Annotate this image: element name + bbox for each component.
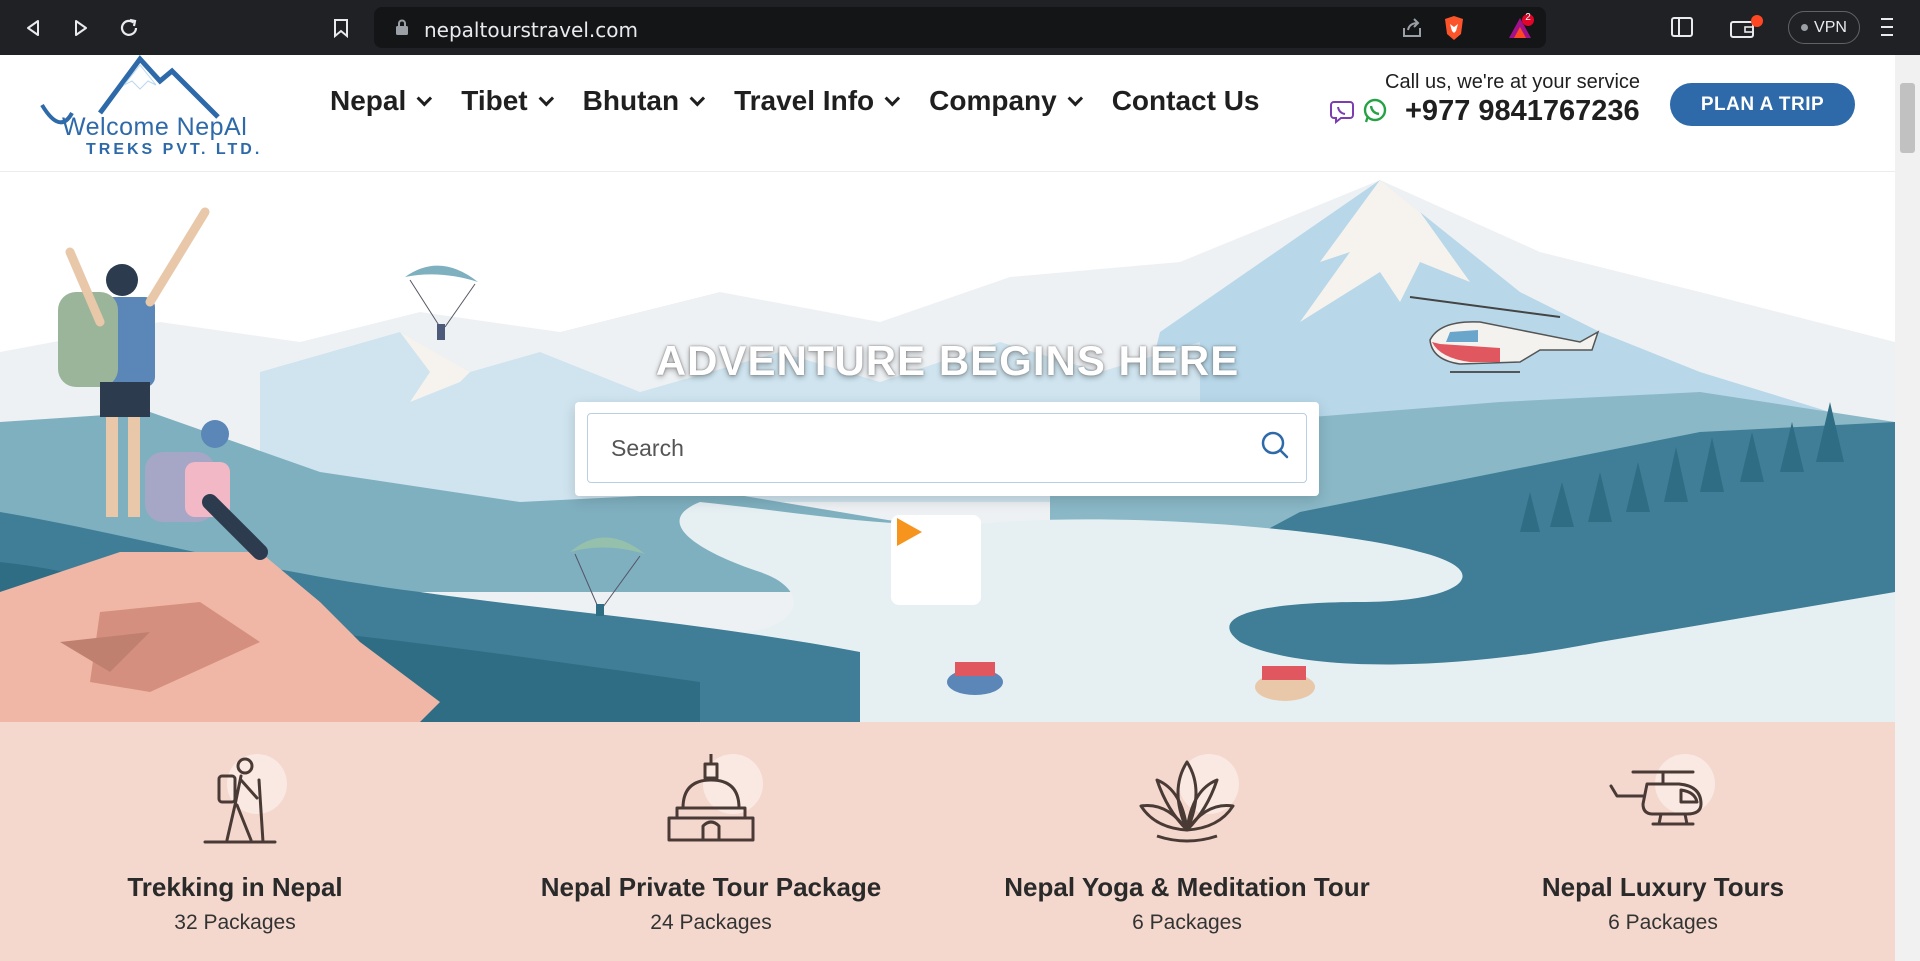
site-header: Welcome NepAl TREKS PVT. LTD. Nepal Tibe… [0, 55, 1895, 172]
brave-rewards-icon[interactable]: 2 [1506, 12, 1536, 47]
category-card-luxury-tours[interactable]: Nepal Luxury Tours 6 Packages [1453, 750, 1873, 935]
nav-label: Nepal [330, 85, 407, 116]
lotus-icon [1139, 760, 1235, 843]
chevron-down-icon [884, 90, 901, 106]
scrollbar-thumb[interactable] [1900, 83, 1915, 153]
search-card [575, 402, 1319, 496]
chevron-down-icon [538, 90, 554, 106]
category-count: 24 Packages [650, 911, 772, 934]
nav-item-travel-info[interactable]: Travel Info [734, 85, 901, 117]
nav-item-nepal[interactable]: Nepal [330, 85, 433, 117]
nav-item-bhutan[interactable]: Bhutan [582, 85, 706, 117]
category-count: 6 Packages [1608, 911, 1718, 934]
bookmark-icon[interactable] [326, 13, 356, 43]
category-card-trekking[interactable]: Trekking in Nepal 32 Packages [25, 750, 445, 935]
category-count: 6 Packages [1132, 911, 1242, 934]
category-title: Nepal Luxury Tours [1541, 872, 1785, 902]
whatsapp-icon[interactable] [1362, 98, 1388, 124]
hiker-icon [203, 757, 277, 844]
nav-item-tibet[interactable]: Tibet [461, 85, 554, 117]
vpn-label: VPN [1814, 18, 1847, 36]
category-title: Nepal Yoga & Meditation Tour [1004, 872, 1370, 902]
address-bar[interactable]: nepaltourstravel.com 2 [374, 7, 1546, 48]
browser-toolbar: nepaltourstravel.com 2 VPN [0, 0, 1920, 55]
page-scrollbar[interactable] [1895, 55, 1920, 961]
category-card-private-tour[interactable]: Nepal Private Tour Package 24 Packages [501, 750, 921, 935]
call-label: Call us, we're at your service [1385, 71, 1641, 93]
viber-icon[interactable] [1329, 98, 1355, 125]
reload-icon[interactable] [114, 13, 144, 43]
category-title: Trekking in Nepal [127, 872, 343, 902]
vpn-button[interactable]: VPN [1788, 11, 1860, 44]
play-icon [897, 518, 922, 546]
helicopter-icon [1609, 770, 1703, 826]
logo-subtitle: TREKS PVT. LTD. [86, 141, 263, 158]
main-nav: Nepal Tibet Bhutan Travel Info Company C… [330, 85, 1294, 117]
sidebar-icon[interactable] [1671, 17, 1693, 42]
hero-title: ADVENTURE BEGINS HERE [655, 337, 1240, 384]
nav-label: Bhutan [582, 85, 680, 116]
back-icon[interactable] [18, 13, 48, 43]
rewards-badge: 2 [1525, 12, 1531, 23]
logo-name: Welcome NepAl [62, 113, 248, 141]
share-icon[interactable] [1400, 16, 1424, 45]
plan-trip-button[interactable]: PLAN A TRIP [1670, 83, 1855, 126]
wallet-icon[interactable] [1730, 15, 1764, 44]
category-title: Nepal Private Tour Package [540, 872, 882, 902]
site-logo[interactable]: Welcome NepAl TREKS PVT. LTD. [40, 55, 270, 165]
nav-item-company[interactable]: Company [929, 85, 1083, 117]
stupa-icon [667, 754, 755, 842]
category-section: Trekking in Nepal 32 Packages Nepal Priv… [0, 722, 1895, 961]
nav-label: Tibet [461, 85, 528, 116]
url-text: nepaltourstravel.com [424, 18, 638, 42]
phone-number[interactable]: +977 9841767236 [1405, 95, 1640, 128]
chevron-down-icon [416, 90, 433, 106]
search-input[interactable] [587, 413, 1307, 483]
chevron-down-icon [689, 90, 706, 106]
nav-label: Company [929, 85, 1057, 116]
nav-label: Travel Info [734, 85, 875, 116]
vpn-status-dot [1801, 24, 1809, 31]
menu-icon[interactable] [1880, 16, 1894, 43]
search-icon[interactable] [1260, 430, 1290, 460]
category-count: 32 Packages [174, 911, 296, 934]
video-play-button[interactable] [891, 515, 981, 605]
category-card-yoga-meditation[interactable]: Nepal Yoga & Meditation Tour 6 Packages [977, 750, 1397, 935]
lock-icon [395, 19, 409, 41]
nav-item-contact-us[interactable]: Contact Us [1112, 85, 1260, 117]
hero-section: ADVENTURE BEGINS HERE [0, 172, 1895, 722]
forward-icon[interactable] [66, 13, 96, 43]
brave-shield-icon[interactable] [1442, 14, 1466, 47]
chevron-down-icon [1067, 90, 1083, 106]
nav-label: Contact Us [1111, 85, 1260, 116]
